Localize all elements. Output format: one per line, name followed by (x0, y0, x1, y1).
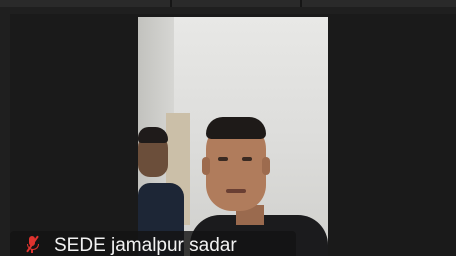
foreground-person-ear (202, 157, 210, 175)
video-strip-divider (170, 0, 172, 7)
foreground-person-eye (242, 157, 252, 161)
mic-base (31, 248, 33, 253)
video-strip-top (0, 0, 456, 7)
background-person-hair (138, 127, 168, 143)
participant-video-feed (138, 17, 328, 256)
participant-name: SEDE jamalpur sadar (54, 234, 237, 256)
foreground-person-mouth (226, 189, 246, 193)
foreground-person-eye (218, 157, 228, 161)
video-strip-divider (300, 0, 302, 7)
participant-name-tag: SEDE jamalpur sadar (10, 231, 296, 256)
foreground-person-hair (206, 117, 266, 139)
foreground-person-ear (262, 157, 270, 175)
mic-muted-icon (24, 235, 40, 253)
